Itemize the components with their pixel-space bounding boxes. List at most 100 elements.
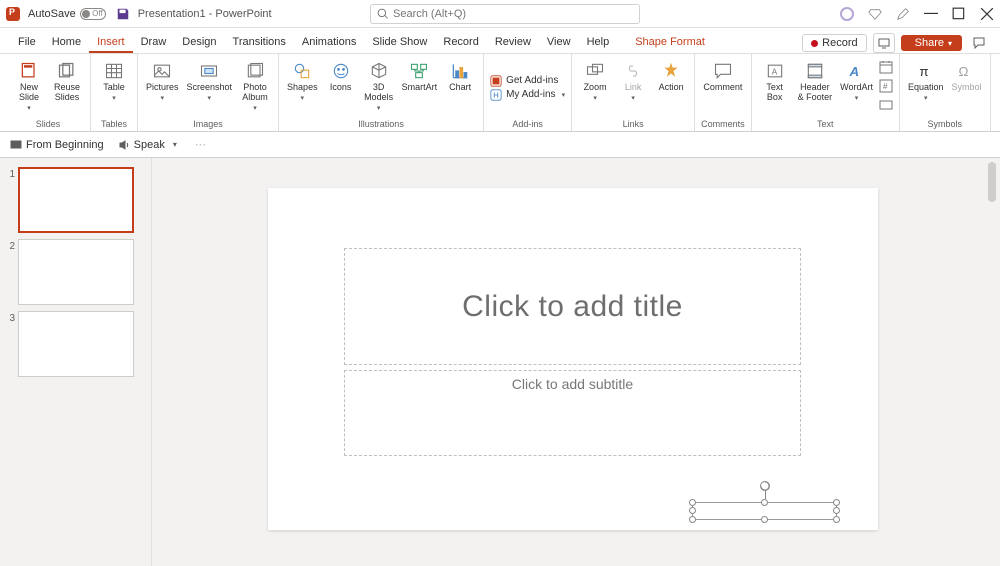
wordart-button[interactable]: AWordArt▾ bbox=[838, 58, 875, 104]
tab-draw[interactable]: Draw bbox=[133, 32, 175, 53]
tab-file[interactable]: File bbox=[10, 32, 44, 53]
resize-handle[interactable] bbox=[833, 499, 840, 506]
ribbon: New Slide▾ Reuse Slides Slides Table▾ Ta… bbox=[0, 54, 1000, 132]
reuse-slides-button[interactable]: Reuse Slides bbox=[50, 58, 84, 105]
scrollbar-thumb[interactable] bbox=[988, 162, 996, 202]
secondary-toolbar: From Beginning Speak▾ ⋯ bbox=[0, 132, 1000, 158]
rotate-handle[interactable] bbox=[760, 481, 770, 491]
app-logo-icon bbox=[6, 7, 20, 21]
resize-handle[interactable] bbox=[689, 507, 696, 514]
date-time-icon[interactable] bbox=[879, 60, 893, 77]
icons-button[interactable]: Icons bbox=[324, 58, 358, 95]
resize-handle[interactable] bbox=[761, 499, 768, 506]
tab-transitions[interactable]: Transitions bbox=[225, 32, 294, 53]
group-links: Zoom▾ Link▾ Action Links bbox=[572, 54, 695, 131]
slide-number-icon[interactable]: # bbox=[879, 79, 893, 96]
comment-button[interactable]: Comment bbox=[701, 58, 744, 95]
symbol-button[interactable]: ΩSymbol bbox=[949, 58, 983, 95]
vertical-scrollbar[interactable] bbox=[984, 158, 998, 566]
diamond-icon[interactable] bbox=[868, 7, 882, 21]
resize-handle[interactable] bbox=[761, 516, 768, 523]
selected-text-box[interactable] bbox=[692, 502, 837, 520]
speak-button[interactable]: Speak▾ bbox=[118, 139, 177, 151]
group-symbols: πEquation▾ ΩSymbol Symbols bbox=[900, 54, 991, 131]
tab-help[interactable]: Help bbox=[579, 32, 618, 53]
thumbnail-row[interactable]: 1 bbox=[0, 164, 151, 236]
pictures-button[interactable]: Pictures▾ bbox=[144, 58, 181, 104]
svg-text:A: A bbox=[771, 66, 777, 76]
group-tables: Table▾ Tables bbox=[91, 54, 138, 131]
tab-view[interactable]: View bbox=[539, 32, 579, 53]
slide-thumbnail-3[interactable] bbox=[18, 311, 134, 377]
tab-animations[interactable]: Animations bbox=[294, 32, 364, 53]
zoom-button[interactable]: Zoom▾ bbox=[578, 58, 612, 104]
search-icon bbox=[377, 8, 389, 20]
smartart-button[interactable]: SmartArt bbox=[400, 58, 440, 95]
svg-text:π: π bbox=[919, 64, 928, 79]
slide[interactable]: Click to add title Click to add subtitle bbox=[268, 188, 878, 530]
save-icon[interactable] bbox=[116, 7, 130, 21]
subtitle-placeholder[interactable]: Click to add subtitle bbox=[344, 370, 801, 456]
object-icon[interactable] bbox=[879, 98, 893, 115]
title-bar: AutoSave Off Presentation1 - PowerPoint bbox=[0, 0, 1000, 28]
group-illustrations: Shapes▾ Icons 3D Models▾ SmartArt Chart … bbox=[279, 54, 484, 131]
tab-shape-format[interactable]: Shape Format bbox=[627, 32, 713, 53]
close-button[interactable] bbox=[980, 7, 994, 21]
resize-handle[interactable] bbox=[833, 516, 840, 523]
tab-insert[interactable]: Insert bbox=[89, 32, 133, 53]
action-button[interactable]: Action bbox=[654, 58, 688, 95]
equation-button[interactable]: πEquation▾ bbox=[906, 58, 946, 104]
photo-album-button[interactable]: Photo Album▾ bbox=[238, 58, 272, 114]
tab-home[interactable]: Home bbox=[44, 32, 89, 53]
account-icon[interactable] bbox=[840, 7, 854, 21]
header-footer-button[interactable]: Header & Footer bbox=[796, 58, 835, 105]
video-button[interactable]: Video▾ bbox=[997, 58, 1000, 104]
group-addins: Get Add-ins My Add-ins▾ Add-ins bbox=[484, 54, 572, 131]
group-comments: Comment Comments bbox=[695, 54, 752, 131]
svg-text:A: A bbox=[848, 64, 859, 79]
slide-canvas[interactable]: Click to add title Click to add subtitle bbox=[152, 158, 1000, 566]
link-button[interactable]: Link▾ bbox=[616, 58, 650, 104]
slide-thumbnail-1[interactable] bbox=[18, 167, 134, 233]
ribbon-tabs: File Home Insert Draw Design Transitions… bbox=[0, 28, 1000, 54]
text-box-button[interactable]: AText Box bbox=[758, 58, 792, 105]
work-area: 1 2 3 Click to add title Click to add su… bbox=[0, 158, 1000, 566]
3d-models-button[interactable]: 3D Models▾ bbox=[362, 58, 396, 114]
tab-review[interactable]: Review bbox=[487, 32, 539, 53]
group-images: Pictures▾ Screenshot▾ Photo Album▾ Image… bbox=[138, 54, 279, 131]
from-beginning-button[interactable]: From Beginning bbox=[10, 139, 104, 151]
thumbnail-row[interactable]: 2 bbox=[0, 236, 151, 308]
svg-text:#: # bbox=[883, 82, 888, 91]
group-text: AText Box Header & Footer AWordArt▾ # Te… bbox=[752, 54, 900, 131]
tab-slideshow[interactable]: Slide Show bbox=[364, 32, 435, 53]
search-input[interactable] bbox=[393, 8, 633, 20]
chart-button[interactable]: Chart bbox=[443, 58, 477, 95]
document-title: Presentation1 - PowerPoint bbox=[138, 8, 272, 20]
get-addins-button[interactable]: Get Add-ins bbox=[490, 75, 565, 87]
table-button[interactable]: Table▾ bbox=[97, 58, 131, 104]
tab-design[interactable]: Design bbox=[174, 32, 224, 53]
shapes-button[interactable]: Shapes▾ bbox=[285, 58, 320, 104]
minimize-button[interactable] bbox=[924, 7, 938, 21]
new-slide-button[interactable]: New Slide▾ bbox=[12, 58, 46, 114]
tab-record[interactable]: Record bbox=[435, 32, 486, 53]
screenshot-button[interactable]: Screenshot▾ bbox=[185, 58, 235, 104]
thumbnail-row[interactable]: 3 bbox=[0, 308, 151, 380]
my-addins-button[interactable]: My Add-ins▾ bbox=[490, 89, 565, 101]
resize-handle[interactable] bbox=[689, 499, 696, 506]
autosave-toggle[interactable]: Off bbox=[80, 8, 106, 20]
share-button[interactable]: Share▾ bbox=[901, 35, 962, 51]
record-button[interactable]: Record bbox=[802, 34, 866, 52]
resize-handle[interactable] bbox=[833, 507, 840, 514]
title-placeholder[interactable]: Click to add title bbox=[344, 248, 801, 365]
present-mode-button[interactable] bbox=[873, 33, 895, 53]
group-media: Video▾ Audio▾ Screen Recording Media bbox=[991, 54, 1000, 131]
group-slides: New Slide▾ Reuse Slides Slides bbox=[6, 54, 91, 131]
resize-handle[interactable] bbox=[689, 516, 696, 523]
search-box[interactable] bbox=[370, 4, 640, 24]
slide-thumbnail-2[interactable] bbox=[18, 239, 134, 305]
thumbnail-pane[interactable]: 1 2 3 bbox=[0, 158, 152, 566]
pencil-icon[interactable] bbox=[896, 7, 910, 21]
comments-pane-button[interactable] bbox=[968, 33, 990, 53]
maximize-button[interactable] bbox=[952, 7, 966, 21]
